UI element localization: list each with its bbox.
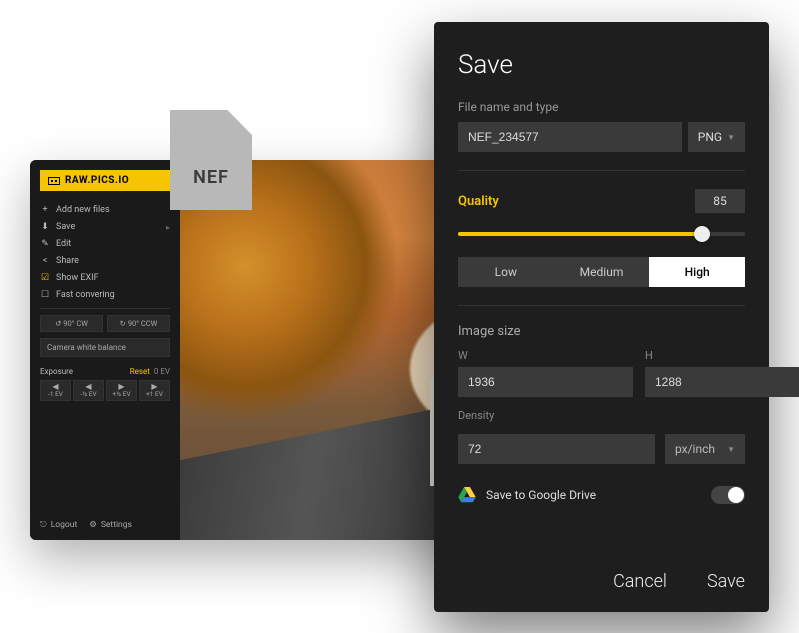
menu-label: Save [56, 222, 75, 232]
editor-menu: + Add new files ⬇ Save ▸ ✎ Edit < Share … [40, 205, 170, 300]
width-label: W [458, 349, 633, 362]
menu-label: Fast convering [56, 290, 115, 300]
editor-sidebar: RAW.PICS.IO + Add new files ⬇ Save ▸ ✎ E… [30, 160, 180, 540]
image-size-label: Image size [458, 324, 745, 339]
chevron-down-icon: ▼ [727, 133, 735, 142]
rotate-cw-button[interactable]: ↻ 90° CCW [107, 315, 170, 332]
share-icon: < [40, 256, 50, 266]
quality-value: 85 [695, 189, 745, 213]
logo-text: RAW.PICS.IO [65, 175, 129, 186]
download-icon: ⬇ [40, 222, 50, 232]
slider-thumb[interactable] [694, 226, 710, 242]
separator [458, 305, 745, 306]
quality-high-button[interactable]: High [649, 257, 745, 287]
save-button[interactable]: Save [707, 571, 745, 592]
ev-plus-1[interactable]: ▶+1 EV [139, 380, 170, 401]
separator [458, 170, 745, 171]
sidebar-footer: ⎋Logout ⚙Settings [40, 510, 170, 530]
ev-plus-half[interactable]: ▶+½ EV [106, 380, 137, 401]
gdrive-row: Save to Google Drive [458, 486, 745, 504]
dialog-title: Save [458, 50, 745, 80]
pencil-icon: ✎ [40, 239, 50, 249]
logout-button[interactable]: ⎋Logout [40, 520, 77, 530]
separator [40, 308, 170, 309]
plus-icon: + [40, 205, 50, 215]
quality-slider[interactable] [458, 225, 745, 243]
menu-label: Add new files [56, 205, 110, 215]
toggle-knob [728, 487, 744, 503]
menu-label: Show EXIF [56, 273, 99, 283]
checkbox-empty-icon: ☐ [40, 290, 50, 300]
logo-icon [48, 177, 60, 185]
density-unit-value: px/inch [675, 442, 715, 456]
menu-fast-convering[interactable]: ☐ Fast convering [40, 290, 170, 300]
file-ext-label: NEF [193, 167, 229, 188]
filename-input[interactable] [458, 122, 682, 152]
quality-header: Quality 85 [458, 189, 745, 213]
exposure-header: Exposure Reset 0 EV [40, 367, 170, 376]
exposure-value: 0 EV [154, 367, 170, 376]
quality-medium-button[interactable]: Medium [554, 257, 650, 287]
white-balance-button[interactable]: Camera white balance [40, 338, 170, 357]
ev-steps: ◀-1 EV ◀-½ EV ▶+½ EV ▶+1 EV [40, 380, 170, 401]
menu-show-exif[interactable]: ☑ Show EXIF [40, 273, 170, 283]
quality-low-button[interactable]: Low [458, 257, 554, 287]
google-drive-icon [458, 487, 476, 503]
ev-minus-half[interactable]: ◀-½ EV [73, 380, 104, 401]
filename-label: File name and type [458, 100, 745, 114]
file-type-badge: NEF [170, 110, 252, 210]
gear-icon: ⚙ [89, 520, 97, 530]
menu-label: Share [56, 256, 79, 266]
logo-badge: RAW.PICS.IO [40, 170, 170, 191]
gdrive-toggle[interactable] [711, 486, 745, 504]
density-unit-select[interactable]: px/inch ▼ [665, 434, 745, 464]
chevron-down-icon: ▼ [727, 445, 735, 454]
exposure-label: Exposure [40, 367, 73, 376]
menu-label: Edit [56, 239, 71, 249]
density-label: Density [458, 409, 745, 422]
exposure-reset-button[interactable]: Reset [130, 367, 150, 376]
height-input[interactable] [645, 367, 799, 397]
filetype-select[interactable]: PNG ▼ [688, 122, 745, 152]
chevron-right-icon: ▸ [166, 223, 170, 232]
quality-segments: Low Medium High [458, 257, 745, 287]
rotate-controls: ↺ 90° CW ↻ 90° CCW [40, 315, 170, 332]
width-input[interactable] [458, 367, 633, 397]
menu-save[interactable]: ⬇ Save ▸ [40, 222, 170, 232]
logout-icon: ⎋ [40, 520, 47, 530]
menu-edit[interactable]: ✎ Edit [40, 239, 170, 249]
menu-share[interactable]: < Share [40, 256, 170, 266]
rotate-ccw-button[interactable]: ↺ 90° CW [40, 315, 103, 332]
cancel-button[interactable]: Cancel [613, 571, 667, 592]
height-label: H [645, 349, 799, 362]
settings-button[interactable]: ⚙Settings [89, 520, 132, 530]
checkbox-checked-icon: ☑ [40, 273, 50, 283]
dialog-actions: Cancel Save [458, 551, 745, 592]
menu-add-files[interactable]: + Add new files [40, 205, 170, 215]
quality-label: Quality [458, 194, 499, 209]
gdrive-label: Save to Google Drive [486, 488, 596, 502]
ev-minus-1[interactable]: ◀-1 EV [40, 380, 71, 401]
density-input[interactable] [458, 434, 655, 464]
filetype-value: PNG [698, 130, 722, 144]
save-dialog: Save File name and type PNG ▼ Quality 85… [434, 22, 769, 612]
